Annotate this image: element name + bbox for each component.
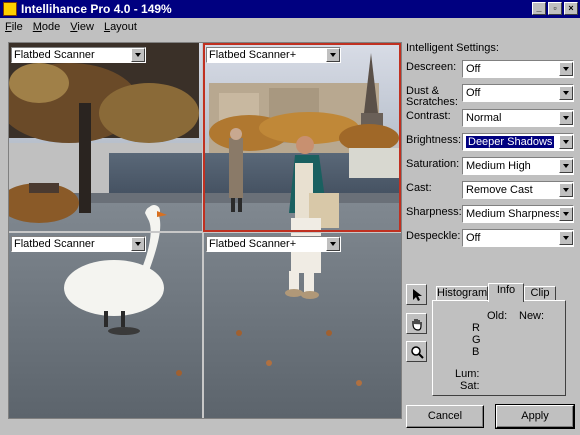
- hand-tool-button[interactable]: [406, 313, 427, 334]
- setting-value: Off: [466, 232, 481, 244]
- channel-b-label: B: [472, 346, 480, 358]
- quadrant-4-label: Flatbed Scanner+: [209, 238, 297, 250]
- close-button[interactable]: ×: [564, 2, 578, 15]
- chevron-down-icon[interactable]: [559, 159, 573, 173]
- setting-label: Cast:: [406, 182, 432, 194]
- maximize-button[interactable]: ▫: [548, 2, 562, 15]
- magnifier-icon: [410, 345, 424, 359]
- despeckle-select[interactable]: Off: [462, 229, 574, 247]
- settings-heading: Intelligent Settings:: [406, 42, 499, 54]
- zoom-tool-button[interactable]: [406, 341, 427, 362]
- setting-label: Sharpness:: [406, 206, 462, 218]
- saturation-select[interactable]: Medium High: [462, 157, 574, 175]
- arrow-pointer-icon: [412, 288, 422, 301]
- sharpness-select[interactable]: Medium Sharpness: [462, 205, 574, 223]
- menu-layout[interactable]: Layout: [104, 21, 137, 33]
- preview-canvas[interactable]: Flatbed Scanner Flatbed Scanner+ Flatbed…: [8, 42, 402, 419]
- setting-contrast: Contrast: Normal: [406, 109, 574, 127]
- menu-view[interactable]: View: [70, 21, 94, 33]
- new-label: New:: [519, 310, 545, 322]
- setting-label: Descreen:: [406, 61, 457, 73]
- channel-g-label: G: [472, 334, 481, 346]
- contrast-select[interactable]: Normal: [462, 109, 574, 127]
- quadrant-2-label: Flatbed Scanner+: [209, 49, 297, 61]
- chevron-down-icon[interactable]: [559, 62, 573, 76]
- setting-value: Off: [466, 63, 481, 75]
- brightness-select[interactable]: Deeper Shadows: [462, 133, 574, 151]
- chevron-down-icon[interactable]: [559, 111, 573, 125]
- setting-value: Remove Cast: [466, 184, 533, 196]
- chevron-down-icon[interactable]: [559, 207, 573, 221]
- setting-label: Dust & Scratches:: [406, 85, 458, 108]
- quadrant-3-label: Flatbed Scanner: [14, 238, 95, 250]
- menu-file[interactable]: File: [5, 21, 23, 33]
- info-panel: Old: New: R G B Lum: Sat:: [432, 300, 566, 396]
- chevron-down-icon[interactable]: [326, 48, 340, 62]
- channel-r-label: R: [472, 322, 480, 334]
- setting-despeckle: Despeckle: Off: [406, 229, 574, 247]
- setting-value: Off: [466, 87, 481, 99]
- setting-saturation: Saturation: Medium High: [406, 157, 574, 175]
- minimize-button[interactable]: _: [532, 2, 546, 15]
- setting-value: Medium High: [466, 160, 531, 172]
- setting-value: Normal: [466, 112, 502, 124]
- setting-value: Deeper Shadows: [464, 136, 556, 148]
- chevron-down-icon[interactable]: [131, 48, 145, 62]
- window-title: Intellihance Pro 4.0 - 149%: [21, 2, 172, 16]
- old-label: Old:: [487, 310, 508, 322]
- setting-dust-scratches: Dust & Scratches: Off: [406, 84, 574, 108]
- menu-mode[interactable]: Mode: [33, 21, 61, 33]
- tab-info[interactable]: Info: [488, 283, 524, 302]
- lum-label: Lum:: [455, 368, 480, 380]
- quadrant-3-select[interactable]: Flatbed Scanner: [11, 236, 146, 252]
- cast-select[interactable]: Remove Cast: [462, 181, 574, 199]
- setting-label: Contrast:: [406, 110, 451, 122]
- chevron-down-icon[interactable]: [559, 183, 573, 197]
- chevron-down-icon[interactable]: [131, 237, 145, 251]
- descreen-select[interactable]: Off: [462, 60, 574, 78]
- sat-label: Sat:: [460, 380, 480, 392]
- quadrant-1-select[interactable]: Flatbed Scanner: [11, 47, 146, 63]
- scene-photo: [9, 43, 401, 418]
- menu-bar: File Mode View Layout: [0, 18, 580, 36]
- hand-icon: [411, 318, 422, 331]
- tab-clip[interactable]: Clip: [524, 286, 556, 301]
- chevron-down-icon[interactable]: [559, 86, 573, 100]
- pointer-tool-button[interactable]: [406, 284, 427, 305]
- chevron-down-icon[interactable]: [559, 135, 573, 149]
- setting-value: Medium Sharpness: [466, 208, 559, 220]
- app-icon: [3, 2, 17, 16]
- title-bar: Intellihance Pro 4.0 - 149% _ ▫ ×: [0, 0, 580, 18]
- apply-button[interactable]: Apply: [495, 404, 575, 429]
- tab-histogram[interactable]: Histogram: [436, 286, 488, 301]
- setting-descreen: Descreen: Off: [406, 60, 574, 78]
- setting-brightness: Brightness: Deeper Shadows: [406, 133, 574, 151]
- setting-sharpness: Sharpness: Medium Sharpness: [406, 205, 574, 223]
- setting-label: Saturation:: [406, 158, 460, 170]
- setting-label: Brightness:: [406, 134, 462, 146]
- cancel-button[interactable]: Cancel: [406, 405, 484, 428]
- setting-cast: Cast: Remove Cast: [406, 181, 574, 199]
- chevron-down-icon[interactable]: [326, 237, 340, 251]
- setting-label: Despeckle:: [406, 230, 461, 242]
- quadrant-4-select[interactable]: Flatbed Scanner+: [206, 236, 341, 252]
- chevron-down-icon[interactable]: [559, 231, 573, 245]
- quadrant-2-select[interactable]: Flatbed Scanner+: [206, 47, 341, 63]
- quadrant-1-label: Flatbed Scanner: [14, 49, 95, 61]
- dust-scratches-select[interactable]: Off: [462, 84, 574, 102]
